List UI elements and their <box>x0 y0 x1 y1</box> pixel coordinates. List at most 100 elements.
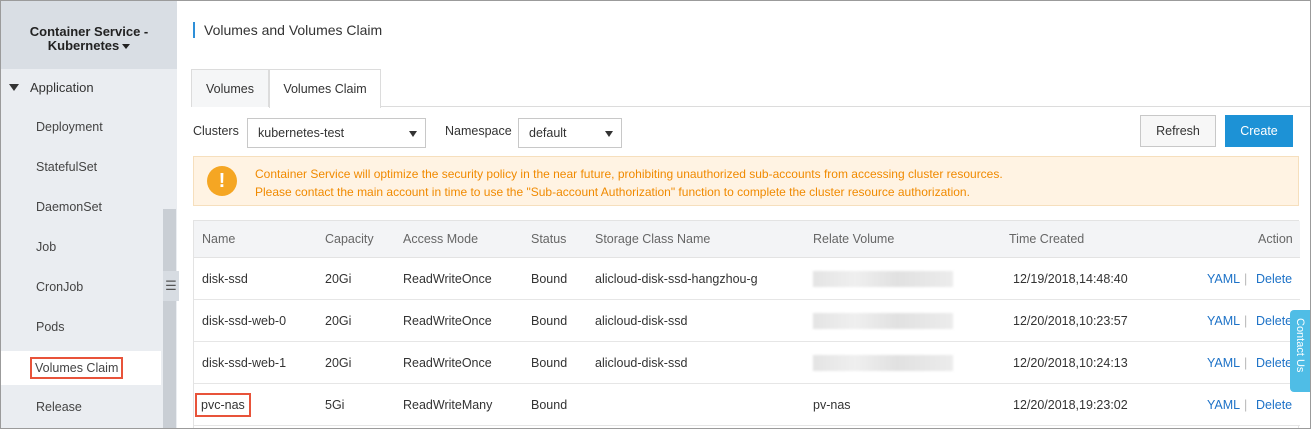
sidebar: Container Service - Kubernetes Applicati… <box>1 1 179 428</box>
page-title: Volumes and Volumes Claim <box>193 22 382 38</box>
delete-link[interactable]: Delete <box>1256 272 1292 286</box>
column-header-relate-volume[interactable]: Relate Volume <box>813 232 894 246</box>
sidebar-item-statefulset[interactable]: StatefulSet <box>1 153 161 181</box>
clusters-select[interactable]: kubernetes-test <box>247 118 426 148</box>
cell-status: Bound <box>531 314 568 328</box>
sidebar-header[interactable]: Container Service - Kubernetes <box>1 1 177 69</box>
tab-volumes[interactable]: Volumes <box>191 69 269 107</box>
sidebar-item-label: CronJob <box>36 280 84 294</box>
sidebar-group-label: Application <box>30 79 94 95</box>
sidebar-item-job[interactable]: Job <box>1 233 161 261</box>
cell-storage-class: alicloud-disk-ssd <box>595 356 688 370</box>
cell-storage-class: alicloud-disk-ssd <box>595 314 688 328</box>
create-button[interactable]: Create <box>1225 115 1293 147</box>
cell-capacity: 20Gi <box>325 272 352 286</box>
contact-us-label: Contact Us <box>1294 318 1306 373</box>
delete-link[interactable]: Delete <box>1256 356 1292 370</box>
chevron-down-icon <box>605 131 613 137</box>
cell-status: Bound <box>531 272 568 286</box>
sidebar-item-release[interactable]: Release <box>1 393 161 421</box>
sidebar-item-label: Volumes Claim <box>30 357 124 379</box>
yaml-link[interactable]: YAML <box>1207 398 1240 412</box>
yaml-link[interactable]: YAML <box>1207 314 1240 328</box>
cell-status: Bound <box>531 398 568 412</box>
sidebar-item-label: Job <box>36 240 57 254</box>
cell-access-mode: ReadWriteMany <box>403 398 493 412</box>
sidebar-group-application[interactable]: Application <box>1 75 161 99</box>
cell-time-created: 12/19/2018,14:48:40 <box>1013 272 1128 286</box>
chevron-down-icon[interactable] <box>122 44 131 50</box>
tab-bar: Volumes Volumes Claim <box>191 69 1310 108</box>
product-title[interactable]: Container Service - Kubernetes <box>1 25 177 53</box>
namespace-select[interactable]: default <box>518 118 622 148</box>
volumes-claim-table: Name Capacity Access Mode Status Storage… <box>193 220 1300 428</box>
cell-access-mode: ReadWriteOnce <box>403 272 492 286</box>
tab-volumes-claim[interactable]: Volumes Claim <box>269 69 381 108</box>
action-separator: | <box>1244 356 1248 370</box>
tab-label: Volumes <box>206 82 254 96</box>
column-header-storage-class[interactable]: Storage Class Name <box>595 232 710 246</box>
cell-storage-class: alicloud-disk-ssd-hangzhou-g <box>595 272 758 286</box>
sidebar-item-label: DaemonSet <box>36 200 103 214</box>
cell-access-mode: ReadWriteOnce <box>403 356 492 370</box>
sidebar-item-volumes-claim[interactable]: Volumes Claim <box>1 351 161 385</box>
notice-line-1: Container Service will optimize the secu… <box>255 167 1003 181</box>
product-title-line2: Kubernetes <box>47 38 120 53</box>
app-frame: Container Service - Kubernetes Applicati… <box>0 0 1311 429</box>
namespace-label: Namespace <box>445 124 512 138</box>
sidebar-item-cronjob[interactable]: CronJob <box>1 273 161 301</box>
delete-link[interactable]: Delete <box>1256 314 1292 328</box>
column-header-action: Action <box>1258 232 1293 246</box>
delete-link[interactable]: Delete <box>1256 398 1292 412</box>
column-header-name[interactable]: Name <box>202 232 235 246</box>
namespace-select-value: default <box>529 126 567 140</box>
tab-label: Volumes Claim <box>283 82 367 96</box>
cell-time-created: 12/20/2018,19:23:02 <box>1013 398 1128 412</box>
clusters-label: Clusters <box>193 124 239 138</box>
column-header-status[interactable]: Status <box>531 232 566 246</box>
sidebar-item-daemonset[interactable]: DaemonSet <box>1 193 161 221</box>
cell-relate-volume-redacted <box>813 355 953 371</box>
sidebar-scrollbar-thumb[interactable] <box>163 209 176 428</box>
column-header-capacity[interactable]: Capacity <box>325 232 374 246</box>
cell-name: pvc-nas <box>195 393 251 417</box>
yaml-link[interactable]: YAML <box>1207 272 1240 286</box>
sidebar-item-label: Release <box>36 400 82 414</box>
notice-line-2: Please contact the main account in time … <box>255 185 970 199</box>
column-header-access-mode[interactable]: Access Mode <box>403 232 478 246</box>
table-row: disk-ssd-web-1 20Gi ReadWriteOnce Bound … <box>194 342 1300 384</box>
main-content: Volumes and Volumes Claim Volumes Volume… <box>177 1 1310 428</box>
table-row: disk-ssd 20Gi ReadWriteOnce Bound aliclo… <box>194 258 1300 300</box>
action-separator: | <box>1244 398 1248 412</box>
cell-capacity: 20Gi <box>325 356 352 370</box>
refresh-button[interactable]: Refresh <box>1140 115 1216 147</box>
yaml-link[interactable]: YAML <box>1207 356 1240 370</box>
cell-status: Bound <box>531 356 568 370</box>
cell-relate-volume: pv-nas <box>813 398 851 412</box>
table-row: disk-ssd-web-0 20Gi ReadWriteOnce Bound … <box>194 300 1300 342</box>
cell-time-created: 12/20/2018,10:24:13 <box>1013 356 1128 370</box>
sidebar-item-label: Deployment <box>36 120 103 134</box>
sidebar-item-deployment[interactable]: Deployment <box>1 113 161 141</box>
security-notice: ! Container Service will optimize the se… <box>193 156 1299 206</box>
cell-name: disk-ssd-web-1 <box>202 356 287 370</box>
table-header: Name Capacity Access Mode Status Storage… <box>194 221 1300 258</box>
cell-time-created: 12/20/2018,10:23:57 <box>1013 314 1128 328</box>
action-separator: | <box>1244 272 1248 286</box>
cell-capacity: 5Gi <box>325 398 345 412</box>
cell-access-mode: ReadWriteOnce <box>403 314 492 328</box>
cell-relate-volume-redacted <box>813 313 953 329</box>
contact-us-button[interactable]: Contact Us <box>1290 310 1310 392</box>
action-separator: | <box>1244 314 1248 328</box>
clusters-select-value: kubernetes-test <box>258 126 345 140</box>
sidebar-item-label: StatefulSet <box>36 160 98 174</box>
table-row: pvc-nas 5Gi ReadWriteMany Bound pv-nas 1… <box>194 384 1300 426</box>
warning-icon: ! <box>207 166 237 196</box>
sidebar-item-label: Pods <box>36 320 65 334</box>
caret-down-icon <box>9 83 19 91</box>
cell-capacity: 20Gi <box>325 314 352 328</box>
cell-name: disk-ssd <box>202 272 248 286</box>
column-header-time-created[interactable]: Time Created <box>1009 232 1084 246</box>
sidebar-item-pods[interactable]: Pods <box>1 313 161 341</box>
cell-name: disk-ssd-web-0 <box>202 314 287 328</box>
